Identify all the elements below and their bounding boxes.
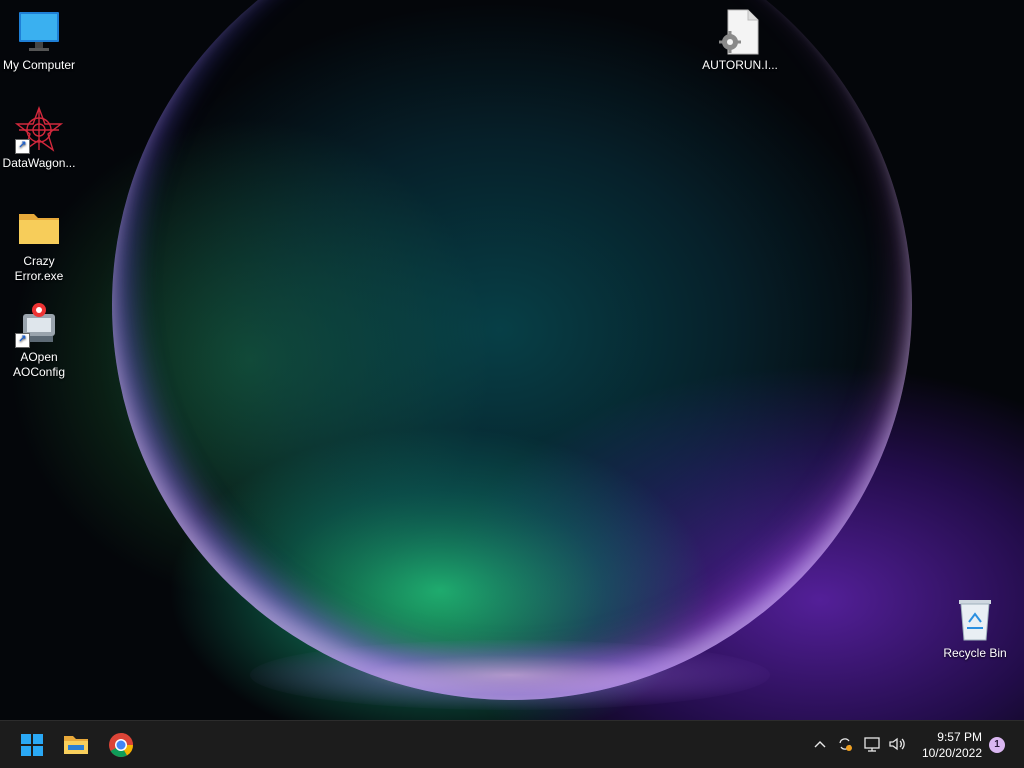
- desktop-icon-autorun[interactable]: AUTORUN.I...: [702, 8, 778, 73]
- clock-date: 10/20/2022: [921, 746, 982, 760]
- desktop-icon-label: Recycle Bin: [943, 646, 1007, 660]
- desktop-icon-label: My Computer: [2, 58, 76, 72]
- folder-icon: [15, 204, 63, 252]
- desktop-icon-label: AUTORUN.I...: [702, 58, 778, 72]
- desktop-icon-label: Crazy Error.exe: [14, 254, 64, 283]
- settings-file-icon: [716, 8, 764, 56]
- desktop-icon-label: DataWagon...: [2, 156, 76, 170]
- desktop-icon-aopen-aoconfig[interactable]: ↗ AOpen AOConfig: [1, 300, 77, 380]
- start-button[interactable]: [14, 727, 50, 763]
- clock-time: 9:57 PM: [937, 730, 982, 744]
- chevron-up-icon[interactable]: [810, 734, 830, 754]
- shortcut-arrow-icon: ↗: [15, 333, 30, 348]
- chrome-button[interactable]: [103, 727, 139, 763]
- file-explorer-button[interactable]: [58, 727, 94, 763]
- taskbar: 9:57 PM 10/20/2022 1: [0, 720, 1024, 768]
- sync-icon[interactable]: [835, 734, 855, 754]
- aopen-config-icon: ↗: [15, 300, 63, 348]
- desktop-icon-recycle-bin[interactable]: Recycle Bin: [937, 596, 1013, 661]
- desktop-icon-datawagon[interactable]: ↗ DataWagon...: [1, 106, 77, 171]
- clock[interactable]: 9:57 PM 10/20/2022: [922, 729, 982, 761]
- desktop-wallpaper: [0, 0, 1024, 768]
- notification-badge[interactable]: 1: [989, 737, 1005, 753]
- shortcut-arrow-icon: ↗: [15, 139, 30, 154]
- desktop-icon-my-computer[interactable]: My Computer: [1, 8, 77, 73]
- file-explorer-icon: [64, 736, 88, 754]
- network-icon[interactable]: [862, 734, 882, 754]
- chrome-icon: [109, 733, 133, 758]
- monitor-icon: [15, 8, 63, 56]
- volume-icon[interactable]: [887, 734, 907, 754]
- datawagon-star-icon: ↗: [14, 106, 64, 154]
- desktop-icon-label: AOpen AOConfig: [12, 350, 66, 379]
- windows-logo-icon: [21, 734, 43, 756]
- desktop-icon-crazy-error[interactable]: Crazy Error.exe: [1, 204, 77, 284]
- recycle-bin-icon: [951, 596, 999, 644]
